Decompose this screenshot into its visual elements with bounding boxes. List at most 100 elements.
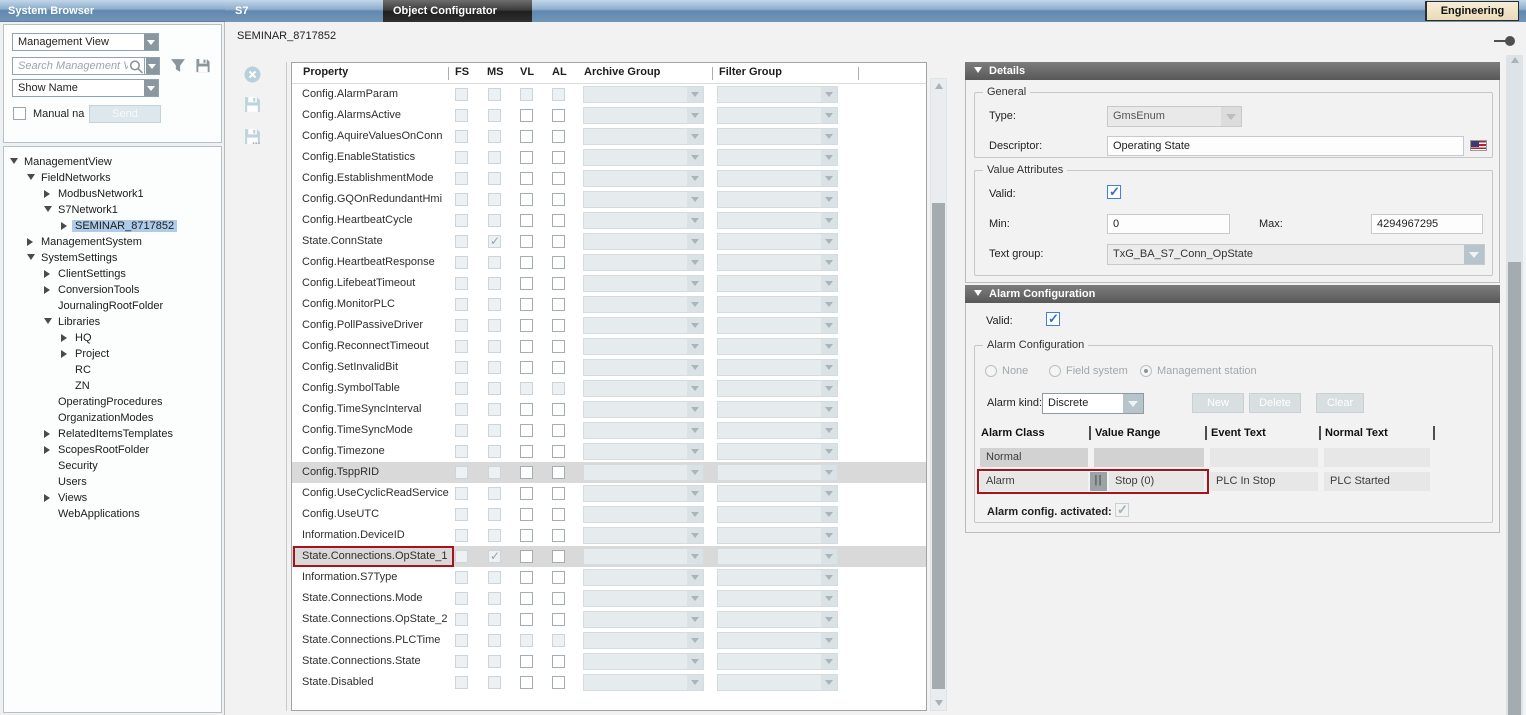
- delete-button[interactable]: Delete: [1249, 393, 1301, 413]
- property-row[interactable]: Config.GQOnRedundantHmi: [292, 189, 926, 210]
- al-checkbox[interactable]: [552, 319, 565, 332]
- filter-group-dropdown[interactable]: [717, 86, 838, 103]
- collapse-arrow-icon[interactable]: [10, 154, 21, 170]
- tree-item-managementview[interactable]: ManagementView: [4, 154, 221, 170]
- tree-item-systemsettings[interactable]: SystemSettings: [4, 250, 221, 266]
- normal-text-cell[interactable]: [1324, 448, 1430, 467]
- tree-item-journalingrootfolder[interactable]: JournalingRootFolder: [4, 298, 221, 314]
- property-row[interactable]: Config.ReconnectTimeout: [292, 336, 926, 357]
- vl-checkbox[interactable]: [520, 361, 533, 374]
- scroll-up-icon[interactable]: [1511, 57, 1519, 63]
- property-row[interactable]: Config.TimeSyncMode: [292, 420, 926, 441]
- filter-group-dropdown[interactable]: [717, 506, 838, 523]
- filter-group-dropdown[interactable]: [717, 338, 838, 355]
- filter-group-dropdown[interactable]: [717, 296, 838, 313]
- filter-group-dropdown[interactable]: [717, 275, 838, 292]
- property-row[interactable]: Config.HeartbeatResponse: [292, 252, 926, 273]
- property-row[interactable]: Config.TimeSyncInterval: [292, 399, 926, 420]
- save-icon[interactable]: [195, 58, 211, 73]
- alarm-class-cell[interactable]: Normal: [980, 448, 1088, 467]
- al-checkbox[interactable]: [552, 676, 565, 689]
- collapse-arrow-icon[interactable]: [27, 170, 38, 186]
- details-scrollbar[interactable]: [1506, 55, 1523, 715]
- expand-arrow-icon[interactable]: [44, 442, 55, 458]
- expand-arrow-icon[interactable]: [61, 330, 72, 346]
- vl-checkbox[interactable]: [520, 445, 533, 458]
- tree-item-operatingprocedures[interactable]: OperatingProcedures: [4, 394, 221, 410]
- archive-group-dropdown[interactable]: [583, 401, 704, 418]
- vl-checkbox[interactable]: [520, 130, 533, 143]
- archive-group-dropdown[interactable]: [583, 149, 704, 166]
- filter-group-dropdown[interactable]: [717, 212, 838, 229]
- chevron-down-icon[interactable]: [144, 34, 158, 50]
- vl-checkbox[interactable]: [520, 571, 533, 584]
- vl-checkbox[interactable]: [520, 550, 533, 563]
- filter-group-dropdown[interactable]: [717, 128, 838, 145]
- property-row[interactable]: Config.EnableStatistics: [292, 147, 926, 168]
- filter-group-dropdown[interactable]: [717, 611, 838, 628]
- filter-group-dropdown[interactable]: [717, 359, 838, 376]
- filter-group-dropdown[interactable]: [717, 107, 838, 124]
- property-row[interactable]: Config.EstablishmentMode: [292, 168, 926, 189]
- al-checkbox[interactable]: [552, 529, 565, 542]
- vl-checkbox[interactable]: [520, 676, 533, 689]
- radio-management-station[interactable]: [1140, 365, 1152, 377]
- property-row[interactable]: State.Connections.State: [292, 651, 926, 672]
- property-row[interactable]: Config.UseCyclicReadService: [292, 483, 926, 504]
- filter-group-dropdown[interactable]: [717, 191, 838, 208]
- al-checkbox[interactable]: [552, 361, 565, 374]
- property-row[interactable]: Config.UseUTC: [292, 504, 926, 525]
- vl-checkbox[interactable]: [520, 319, 533, 332]
- tree-item-s7network1[interactable]: S7Network1: [4, 202, 221, 218]
- vl-checkbox[interactable]: [520, 592, 533, 605]
- property-row[interactable]: State.Connections.OpState_2: [292, 609, 926, 630]
- radio-field-system[interactable]: [1049, 365, 1061, 377]
- vl-checkbox[interactable]: [520, 424, 533, 437]
- al-checkbox[interactable]: [552, 445, 565, 458]
- filter-group-dropdown[interactable]: [717, 149, 838, 166]
- property-row[interactable]: Config.AlarmsActive: [292, 105, 926, 126]
- al-checkbox[interactable]: [552, 298, 565, 311]
- al-checkbox[interactable]: [552, 424, 565, 437]
- property-row[interactable]: Information.DeviceID: [292, 525, 926, 546]
- property-row[interactable]: Config.LifebeatTimeout: [292, 273, 926, 294]
- tree-item-security[interactable]: Security: [4, 458, 221, 474]
- vl-checkbox[interactable]: [520, 655, 533, 668]
- tree-item-webapplications[interactable]: WebApplications: [4, 506, 221, 522]
- filter-group-dropdown[interactable]: [717, 548, 838, 565]
- search-dropdown-button[interactable]: [145, 57, 160, 75]
- normal-text-cell[interactable]: PLC Started: [1324, 472, 1430, 491]
- vl-checkbox[interactable]: [520, 151, 533, 164]
- al-checkbox[interactable]: [552, 235, 565, 248]
- archive-group-dropdown[interactable]: [583, 212, 704, 229]
- filter-group-dropdown[interactable]: [717, 464, 838, 481]
- value-range-cell[interactable]: Stop (0): [1109, 472, 1204, 491]
- alarm-valid-checkbox[interactable]: [1046, 312, 1060, 326]
- vl-checkbox[interactable]: [520, 193, 533, 206]
- max-input[interactable]: 4294967295: [1371, 214, 1483, 234]
- radio-none[interactable]: [985, 365, 997, 377]
- archive-group-dropdown[interactable]: [583, 590, 704, 607]
- al-checkbox[interactable]: [552, 193, 565, 206]
- chevron-down-icon[interactable]: [144, 80, 158, 96]
- archive-group-dropdown[interactable]: [583, 317, 704, 334]
- property-row[interactable]: State.Connections.Mode: [292, 588, 926, 609]
- filter-group-dropdown[interactable]: [717, 527, 838, 544]
- collapse-arrow-icon[interactable]: [44, 314, 55, 330]
- tab-s7[interactable]: S7: [235, 0, 248, 22]
- vl-checkbox[interactable]: [520, 529, 533, 542]
- search-input[interactable]: [12, 57, 145, 75]
- archive-group-dropdown[interactable]: [583, 254, 704, 271]
- expand-arrow-icon[interactable]: [44, 490, 55, 506]
- tab-object-configurator[interactable]: Object Configurator: [383, 0, 532, 22]
- al-checkbox[interactable]: [552, 172, 565, 185]
- event-text-cell[interactable]: [1210, 448, 1318, 467]
- filter-group-dropdown[interactable]: [717, 569, 838, 586]
- property-row[interactable]: Config.PollPassiveDriver: [292, 315, 926, 336]
- collapse-arrow-icon[interactable]: [44, 202, 55, 218]
- expand-arrow-icon[interactable]: [61, 346, 72, 362]
- scroll-down-icon[interactable]: [935, 700, 943, 706]
- manual-checkbox[interactable]: [13, 107, 26, 120]
- property-row[interactable]: Config.TsppRID: [292, 462, 926, 483]
- archive-group-dropdown[interactable]: [583, 674, 704, 691]
